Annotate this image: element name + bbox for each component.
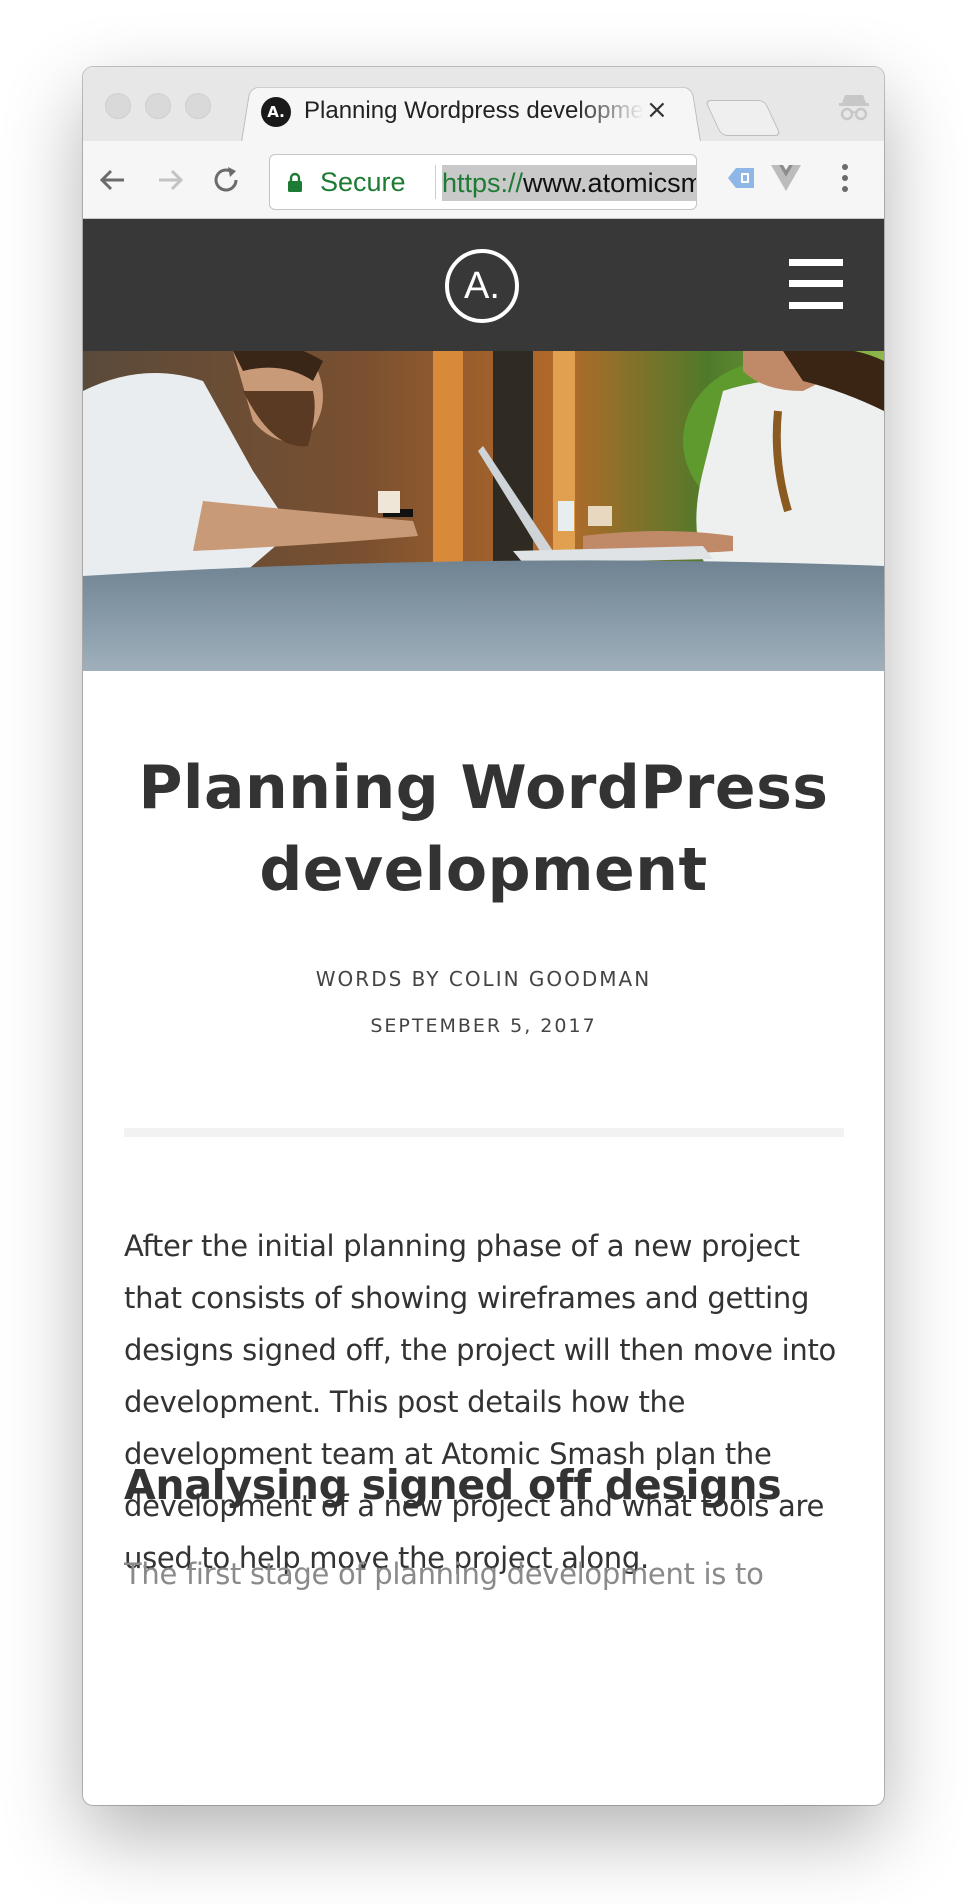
browser-window: A. Planning Wordpress development × Secu…	[83, 67, 884, 1805]
tab-strip: A. Planning Wordpress development ×	[83, 67, 884, 142]
article-intro: After the initial planning phase of a ne…	[124, 1229, 836, 1575]
address-separator	[435, 165, 436, 199]
tab-close-icon[interactable]: ×	[646, 95, 668, 125]
tab-title: Planning Wordpress development	[304, 97, 644, 124]
new-tab-button[interactable]	[704, 100, 782, 136]
url-host: www.atomicsmash.co.uk	[523, 168, 696, 198]
window-maximize-button[interactable]	[185, 93, 211, 119]
site-header: A.	[83, 219, 884, 351]
reload-icon[interactable]	[209, 163, 243, 197]
arrow-right-icon[interactable]	[153, 163, 187, 197]
window-close-button[interactable]	[105, 93, 131, 119]
vue-devtools-icon[interactable]	[769, 163, 803, 193]
site-logo[interactable]: A.	[445, 249, 519, 323]
article-date: SEPTEMBER 5, 2017	[370, 1015, 597, 1037]
address-bar[interactable]: Secure https://www.atomicsmash.co.uk	[269, 154, 697, 210]
window-minimize-button[interactable]	[145, 93, 171, 119]
hero-image	[83, 351, 884, 671]
arrow-left-icon[interactable]	[96, 163, 130, 197]
article-title: Planning WordPress development	[138, 753, 829, 905]
section-paragraph: The first stage of planning development …	[124, 1557, 764, 1591]
tab-active-content[interactable]: A. Planning Wordpress development ×	[261, 95, 681, 135]
url-text[interactable]: https://www.atomicsmash.co.uk	[442, 165, 696, 201]
article-byline: WORDS BY COLIN GOODMAN	[315, 967, 652, 991]
tab-favicon: A.	[261, 97, 291, 127]
hamburger-icon[interactable]	[789, 259, 843, 309]
url-scheme: https://	[442, 168, 524, 198]
lock-icon	[288, 172, 302, 192]
incognito-icon	[839, 95, 869, 121]
browser-toolbar: Secure https://www.atomicsmash.co.uk	[83, 141, 884, 219]
secure-label: Secure	[320, 167, 406, 197]
section-heading: Analysing signed off designs	[124, 1461, 782, 1509]
kebab-menu-icon[interactable]	[839, 163, 851, 193]
translate-icon[interactable]	[724, 163, 758, 193]
divider	[124, 1128, 844, 1137]
